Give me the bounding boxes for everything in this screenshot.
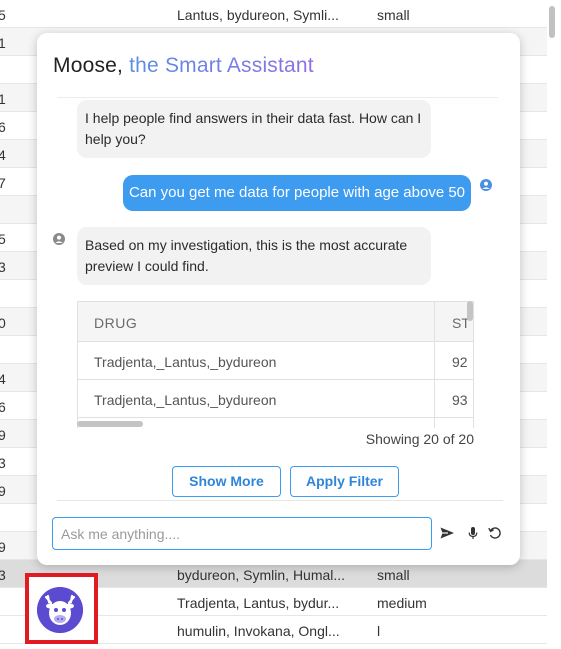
preview-table-hscroll-thumb[interactable]: [77, 421, 143, 427]
preview-table-header: DRUG ST: [78, 302, 473, 342]
apply-filter-button[interactable]: Apply Filter: [290, 466, 399, 497]
bot-avatar-icon: [53, 233, 65, 245]
size-cell: medium: [377, 595, 427, 611]
table-cell: Tradjenta,_Lantus,_bydureon: [94, 392, 277, 408]
size-cell: small: [377, 567, 410, 583]
drug-cell: Tradjenta, Lantus, bydur...: [177, 595, 340, 611]
user-message: Can you get me data for people with age …: [123, 175, 471, 211]
id-cell: 5: [0, 231, 6, 247]
bot-message-reply: Based on my investigation, this is the m…: [77, 227, 431, 285]
moose-icon: [37, 587, 83, 633]
logo-highlight-box: [25, 573, 98, 644]
page-scrollbar-track[interactable]: [547, 0, 561, 649]
chat-input[interactable]: [52, 517, 432, 550]
id-cell: 6: [0, 399, 6, 415]
column-header-drug[interactable]: DRUG: [94, 315, 137, 331]
size-cell: small: [377, 7, 410, 23]
id-cell: 1: [0, 91, 6, 107]
preview-table[interactable]: DRUG ST Tradjenta,_Lantus,_bydureon 92 T…: [77, 301, 474, 428]
table-row[interactable]: Tradjenta,_Lantus,_bydureon 93: [78, 380, 473, 418]
input-divider: [57, 500, 503, 501]
chat-title-accent: the Smart Assistant: [129, 54, 314, 77]
table-row[interactable]: 5 Lantus, bydureon, Symli... small: [0, 0, 547, 28]
id-cell: 1: [0, 35, 6, 51]
chat-title-prefix: Moose,: [53, 54, 124, 77]
id-cell: 0: [0, 315, 6, 331]
bot-message-greeting: I help people find answers in their data…: [77, 100, 431, 158]
id-cell: 9: [0, 427, 6, 443]
table-cell: Tradjenta,_Lantus,_bydureon: [94, 354, 277, 370]
id-cell: 5: [0, 7, 6, 23]
table-cell: 93: [452, 392, 468, 408]
drug-cell: Lantus, bydureon, Symli...: [177, 7, 339, 23]
id-cell: 3: [0, 567, 6, 583]
id-cell: 3: [0, 259, 6, 275]
page-scrollbar-thumb[interactable]: [549, 6, 555, 38]
chat-title: Moose, the Smart Assistant: [53, 54, 314, 78]
showing-count: Showing 20 of 20: [365, 431, 474, 447]
size-cell: l: [377, 623, 381, 639]
send-icon[interactable]: [439, 525, 455, 541]
title-divider: [57, 97, 498, 98]
moose-logo[interactable]: [37, 587, 83, 633]
id-cell: 4: [0, 147, 6, 163]
preview-table-vscroll-thumb[interactable]: [467, 301, 473, 321]
table-row[interactable]: Tradjenta,_Lantus,_bydureon 92: [78, 342, 473, 380]
column-divider: [434, 302, 435, 428]
table-cell: 92: [452, 354, 468, 370]
user-avatar-icon: [480, 179, 492, 191]
id-cell: 9: [0, 483, 6, 499]
id-cell: 3: [0, 455, 6, 471]
id-cell: 7: [0, 175, 6, 191]
drug-cell: bydureon, Symlin, Humal...: [177, 567, 346, 583]
mic-icon[interactable]: [465, 525, 481, 541]
chat-panel: Moose, the Smart Assistant I help people…: [37, 33, 520, 565]
reset-icon[interactable]: [487, 525, 503, 541]
id-cell: 4: [0, 371, 6, 387]
show-more-button[interactable]: Show More: [172, 466, 281, 497]
id-cell: 6: [0, 119, 6, 135]
id-cell: 9: [0, 539, 6, 555]
drug-cell: humulin, Invokana, Ongl...: [177, 623, 340, 639]
